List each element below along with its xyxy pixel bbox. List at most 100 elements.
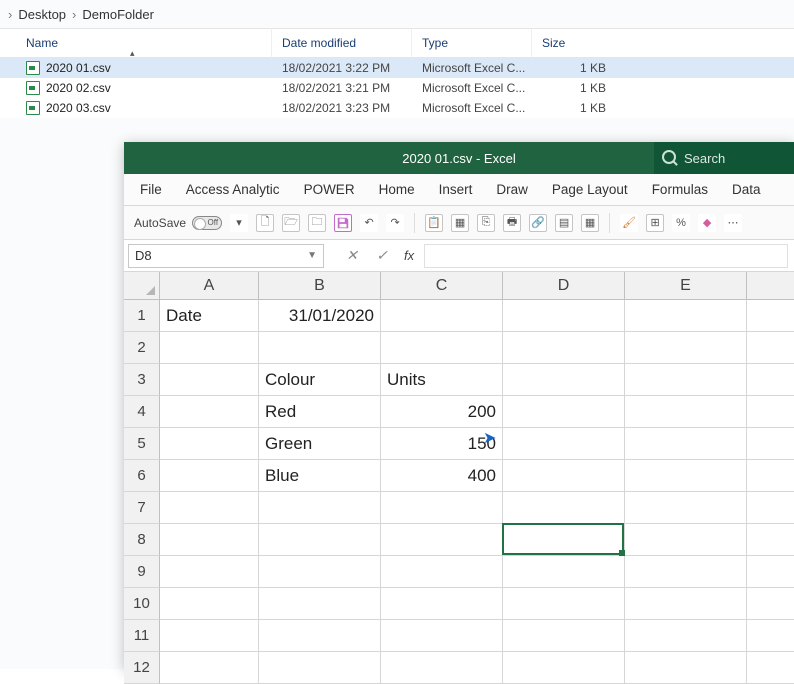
file-row[interactable]: 2020 01.csv18/02/2021 3:22 PMMicrosoft E… [0,58,794,78]
cell-E4[interactable] [625,396,747,428]
cell-area[interactable]: Date31/01/2020ColourUnitsRed200Green150B… [160,300,794,684]
row-header[interactable]: 9 [124,556,160,588]
breadcrumb-seg[interactable]: Desktop [14,7,70,22]
cell-D6[interactable] [503,460,625,492]
col-header-A[interactable]: A [160,272,259,300]
cell-B5[interactable]: Green [259,428,381,460]
row-header[interactable]: 10 [124,588,160,620]
cell-A7[interactable] [160,492,259,524]
cell-D5[interactable] [503,428,625,460]
redo-icon[interactable]: ↷ [386,214,404,232]
cell-F7[interactable] [747,492,794,524]
cell-B8[interactable] [259,524,381,556]
link-icon[interactable]: 🔗 [529,214,547,232]
cell-E1[interactable] [625,300,747,332]
cell-A1[interactable]: Date [160,300,259,332]
copy-icon[interactable]: ⎘ [477,214,495,232]
cell-C4[interactable]: 200 [381,396,503,428]
cell-C11[interactable] [381,620,503,652]
cell-D12[interactable] [503,652,625,684]
tab-insert[interactable]: Insert [439,182,473,197]
row-header[interactable]: 5 [124,428,160,460]
cell-F4[interactable] [747,396,794,428]
cell-E9[interactable] [625,556,747,588]
cell-A4[interactable] [160,396,259,428]
cell-B6[interactable]: Blue [259,460,381,492]
cell-C6[interactable]: 400 [381,460,503,492]
cell-A11[interactable] [160,620,259,652]
row-header[interactable]: 6 [124,460,160,492]
tab-access-analytic[interactable]: Access Analytic [186,182,280,197]
row-header[interactable]: 7 [124,492,160,524]
cell-C2[interactable] [381,332,503,364]
tab-page-layout[interactable]: Page Layout [552,182,628,197]
clear-icon[interactable]: ◆ [698,214,716,232]
cancel-formula-icon[interactable]: ✕ [344,248,360,264]
breadcrumb-seg[interactable]: DemoFolder [78,7,158,22]
cell-F8[interactable] [747,524,794,556]
row-header[interactable]: 3 [124,364,160,396]
fx-icon[interactable]: fx [404,248,414,263]
cell-F5[interactable] [747,428,794,460]
cell-D4[interactable] [503,396,625,428]
cell-A9[interactable] [160,556,259,588]
cell-D9[interactable] [503,556,625,588]
cell-D3[interactable] [503,364,625,396]
row-header[interactable]: 2 [124,332,160,364]
save-icon[interactable] [334,214,352,232]
row-header[interactable]: 1 [124,300,160,332]
col-header-F[interactable]: F [747,272,794,300]
freeze-panes-icon[interactable]: ▦ [581,214,599,232]
cell-D8[interactable] [503,524,625,556]
cell-E3[interactable] [625,364,747,396]
col-header-type[interactable]: Type [412,28,532,58]
cell-E6[interactable] [625,460,747,492]
tab-draw[interactable]: Draw [496,182,528,197]
borders-icon[interactable]: ⊞ [646,214,664,232]
new-file-icon[interactable]: 🗋 [256,214,274,232]
cell-D11[interactable] [503,620,625,652]
cell-B4[interactable]: Red [259,396,381,428]
cell-B1[interactable]: 31/01/2020 [259,300,381,332]
cell-C7[interactable] [381,492,503,524]
cell-A6[interactable] [160,460,259,492]
cell-A3[interactable] [160,364,259,396]
cell-E12[interactable] [625,652,747,684]
row-header[interactable]: 8 [124,524,160,556]
row-header[interactable]: 12 [124,652,160,684]
cell-F1[interactable] [747,300,794,332]
cell-B7[interactable] [259,492,381,524]
cell-D1[interactable] [503,300,625,332]
cell-E11[interactable] [625,620,747,652]
more-icon[interactable]: ⋯ [724,214,742,232]
cell-E5[interactable] [625,428,747,460]
print-icon[interactable]: 🖶 [503,214,521,232]
cell-F10[interactable] [747,588,794,620]
cell-C1[interactable] [381,300,503,332]
filter-icon[interactable]: ▤ [555,214,573,232]
open-folder-icon[interactable]: 🗁 [282,214,300,232]
undo-icon[interactable]: ↶ [360,214,378,232]
cell-F6[interactable] [747,460,794,492]
cell-D10[interactable] [503,588,625,620]
cell-B12[interactable] [259,652,381,684]
cell-F2[interactable] [747,332,794,364]
formula-bar[interactable] [424,244,788,268]
col-header-date[interactable]: Date modified [272,28,412,58]
cell-A12[interactable] [160,652,259,684]
cell-C9[interactable] [381,556,503,588]
cell-A10[interactable] [160,588,259,620]
cell-C5[interactable]: 150 [381,428,503,460]
tab-file[interactable]: File [140,182,162,197]
cell-A5[interactable] [160,428,259,460]
dropdown-icon[interactable]: ▼ [307,250,317,261]
col-header-E[interactable]: E [625,272,747,300]
col-header-C[interactable]: C [381,272,503,300]
autosave-toggle[interactable]: AutoSave Off [134,216,222,230]
cell-C3[interactable]: Units [381,364,503,396]
row-header[interactable]: 4 [124,396,160,428]
cell-C12[interactable] [381,652,503,684]
cell-C8[interactable] [381,524,503,556]
file-row[interactable]: 2020 03.csv18/02/2021 3:23 PMMicrosoft E… [0,98,794,118]
col-header-size[interactable]: Size [532,28,612,58]
